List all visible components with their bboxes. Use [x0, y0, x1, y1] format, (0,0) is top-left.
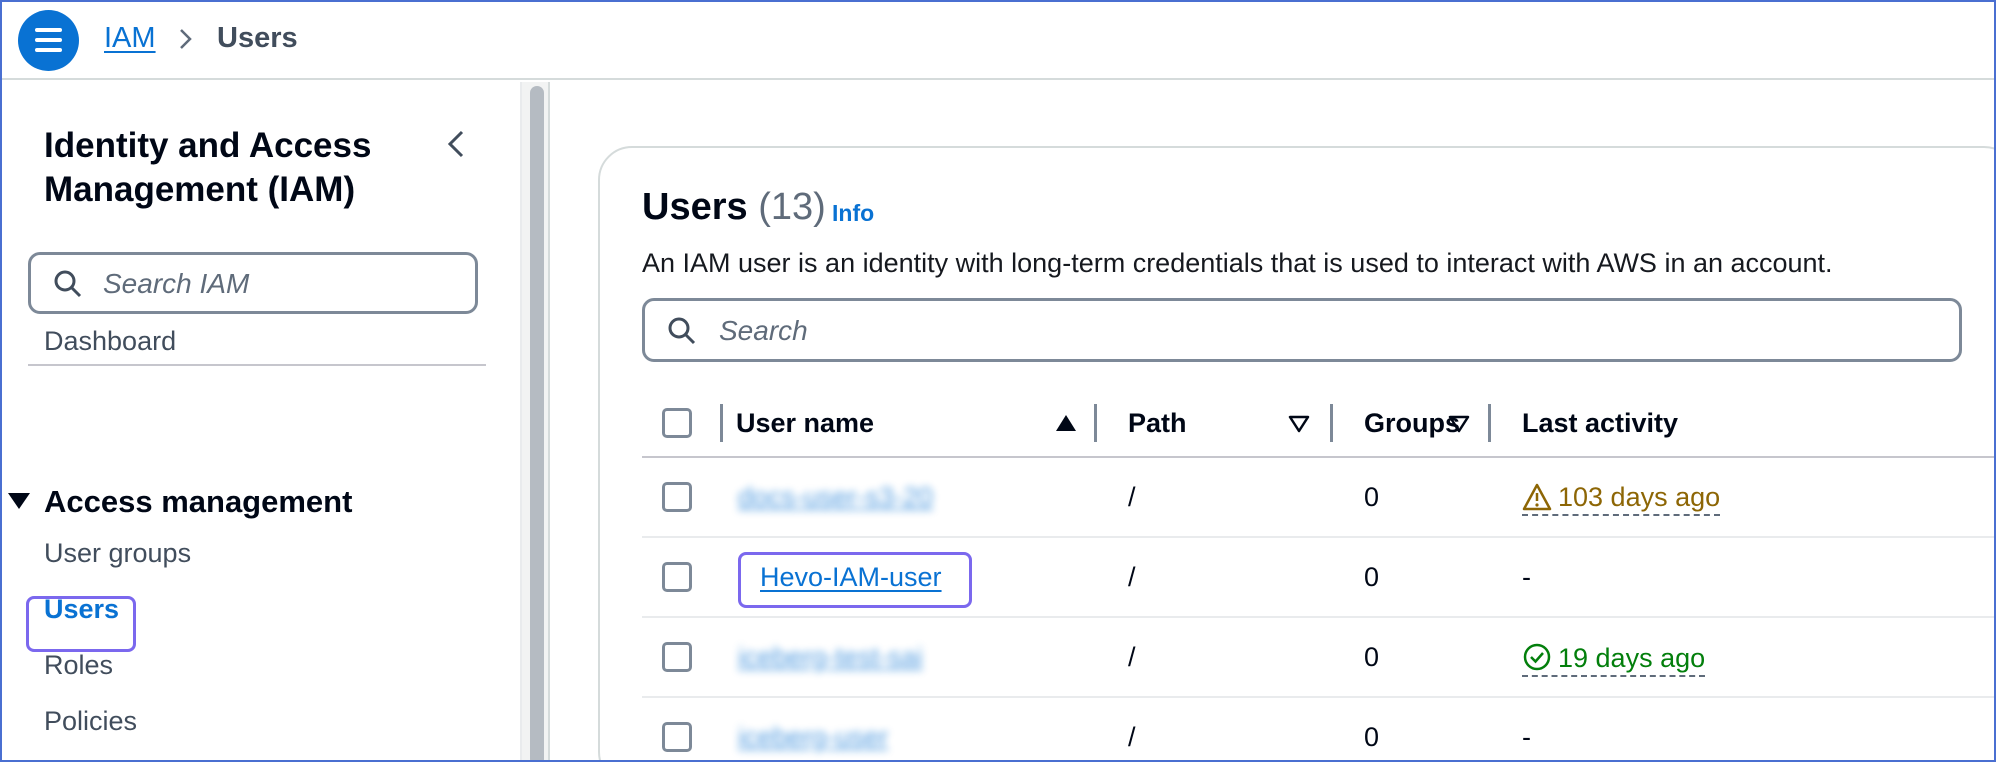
groups-cell: 0 — [1364, 642, 1380, 672]
column-header-last-activity[interactable]: Last activity — [1522, 408, 1678, 439]
table-header: User name Path Groups Last activity — [642, 388, 1994, 458]
groups-cell: 0 — [1364, 562, 1380, 592]
users-table-container: Users (13) Info An IAM user is an identi… — [598, 146, 1994, 760]
sidebar-item-users[interactable]: Users — [44, 594, 119, 625]
groups-cell: 0 — [1364, 482, 1380, 512]
last-activity-cell: 19 days ago — [1522, 642, 1706, 677]
sidebar-item-user-groups[interactable]: User groups — [44, 538, 191, 569]
users-count: (13) — [758, 186, 826, 228]
search-icon — [668, 317, 696, 345]
user-name-link[interactable]: iceberg-user — [738, 722, 888, 753]
main-content: Users (13) Info An IAM user is an identi… — [550, 82, 1994, 760]
column-header-path[interactable]: Path — [1128, 408, 1187, 439]
app-frame: IAM Users Identity and Access Management… — [0, 0, 1996, 762]
user-name-link[interactable]: docs-user-s3-20 — [738, 482, 933, 513]
column-header-user-name[interactable]: User name — [736, 408, 874, 439]
column-separator[interactable] — [1330, 404, 1333, 442]
table-row: iceberg-test-sai / 0 19 days ago — [642, 620, 1994, 698]
warning-icon — [1522, 483, 1552, 511]
table-row: docs-user-s3-20 / 0 103 days ago — [642, 460, 1994, 538]
last-activity-cell: - — [1522, 562, 1531, 592]
caret-down-icon[interactable] — [8, 493, 30, 509]
row-checkbox[interactable] — [662, 562, 692, 592]
last-activity-text: 19 days ago — [1558, 643, 1706, 673]
column-separator[interactable] — [1488, 404, 1491, 442]
last-activity-warning: 103 days ago — [1522, 482, 1721, 516]
sidebar-search-placeholder: Search IAM — [103, 268, 250, 299]
top-navigation-bar: IAM Users — [2, 2, 1994, 80]
groups-cell: 0 — [1364, 722, 1380, 752]
column-separator — [720, 404, 723, 442]
menu-icon[interactable] — [18, 10, 79, 71]
sidebar-item-policies[interactable]: Policies — [44, 706, 137, 737]
page-description: An IAM user is an identity with long-ter… — [642, 248, 1833, 278]
sidebar-scrollbar[interactable] — [520, 82, 550, 760]
chevron-left-icon[interactable] — [444, 126, 468, 162]
last-activity-text: 103 days ago — [1558, 482, 1721, 512]
sidebar-item-dashboard[interactable]: Dashboard — [44, 326, 176, 357]
sidebar-section-access-management[interactable]: Access management — [44, 484, 352, 520]
scrollbar-thumb[interactable] — [530, 86, 544, 760]
users-title-text: Users — [642, 186, 748, 228]
table-row: Hevo-IAM-user / 0 - — [642, 540, 1994, 618]
page-title: Users (13) — [642, 186, 826, 229]
row-checkbox[interactable] — [662, 642, 692, 672]
path-cell: / — [1128, 642, 1136, 672]
user-name-link[interactable]: Hevo-IAM-user — [760, 562, 942, 592]
last-activity-cell: 103 days ago — [1522, 482, 1721, 516]
search-icon — [54, 270, 82, 298]
path-cell: / — [1128, 722, 1136, 752]
user-name-link[interactable]: iceberg-test-sai — [738, 642, 923, 673]
path-cell: / — [1128, 482, 1136, 512]
sidebar-search-input[interactable]: Search IAM — [28, 252, 478, 314]
last-activity-cell: - — [1522, 722, 1531, 752]
row-checkbox[interactable] — [662, 722, 692, 752]
sort-descending-icon[interactable] — [1288, 414, 1310, 434]
breadcrumb-iam-link[interactable]: IAM — [104, 22, 156, 55]
column-separator[interactable] — [1094, 404, 1097, 442]
users-search-input[interactable]: Search — [642, 298, 1962, 362]
path-cell: / — [1128, 562, 1136, 592]
chevron-right-icon — [180, 29, 192, 49]
last-activity-success: 19 days ago — [1522, 643, 1706, 677]
users-search-placeholder: Search — [719, 315, 808, 346]
sidebar-item-roles[interactable]: Roles — [44, 650, 113, 681]
row-checkbox[interactable] — [662, 482, 692, 512]
check-circle-icon — [1523, 643, 1551, 671]
breadcrumb-current: Users — [217, 22, 298, 54]
select-all-checkbox[interactable] — [662, 408, 692, 438]
info-link[interactable]: Info — [832, 200, 874, 227]
user-name-link-wrapper: Hevo-IAM-user — [760, 562, 942, 593]
sort-descending-icon[interactable] — [1448, 414, 1470, 434]
sidebar-divider — [28, 364, 486, 366]
sidebar: Identity and Access Management (IAM) Sea… — [2, 82, 520, 760]
table-row: iceberg-user / 0 - — [642, 700, 1994, 760]
sort-ascending-icon[interactable] — [1056, 415, 1076, 431]
sidebar-title: Identity and Access Management (IAM) — [44, 126, 372, 209]
